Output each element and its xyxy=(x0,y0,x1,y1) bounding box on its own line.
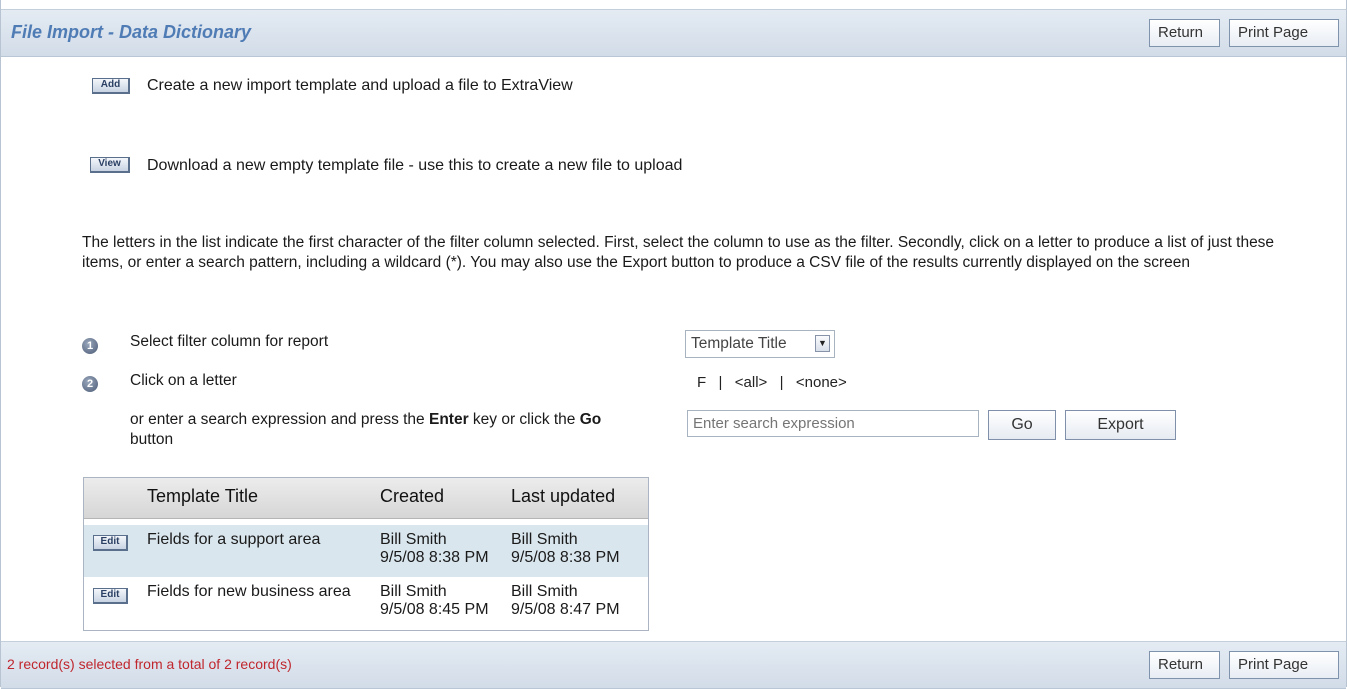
letter-f-link[interactable]: F xyxy=(697,374,706,391)
letter-filter-list: F | <all> | <none> xyxy=(697,374,847,391)
updated-by-cell: Bill Smith xyxy=(511,583,578,600)
step-2-label: Click on a letter xyxy=(130,372,237,389)
letter-none-link[interactable]: <none> xyxy=(796,374,847,391)
step-1-badge: 1 xyxy=(82,338,98,354)
print-page-button-bottom[interactable]: Print Page xyxy=(1229,651,1339,679)
search-text-middle: key or click the xyxy=(468,411,580,428)
add-button[interactable]: Add xyxy=(92,78,130,94)
return-button[interactable]: Return xyxy=(1149,19,1220,47)
filter-instructions: The letters in the list indicate the fir… xyxy=(82,234,1275,271)
edit-button[interactable]: Edit xyxy=(93,535,128,551)
letter-separator: | xyxy=(779,374,784,391)
export-button[interactable]: Export xyxy=(1065,410,1176,440)
created-at-cell: 9/5/08 8:45 PM xyxy=(380,601,489,618)
step-2-badge: 2 xyxy=(82,376,98,392)
templates-table: Template Title Created Last updated Edit… xyxy=(83,477,649,631)
edit-button[interactable]: Edit xyxy=(93,588,128,604)
updated-by-cell: Bill Smith xyxy=(511,531,578,548)
return-button-bottom[interactable]: Return xyxy=(1149,651,1220,679)
record-count-status: 2 record(s) selected from a total of 2 r… xyxy=(7,656,292,672)
column-header-template-title[interactable]: Template Title xyxy=(147,486,258,507)
search-text-after: button xyxy=(130,431,174,448)
go-text: Go xyxy=(579,411,602,428)
filter-column-select[interactable]: Template Title ▼ xyxy=(685,330,835,358)
print-page-button[interactable]: Print Page xyxy=(1229,19,1339,47)
table-row: Edit Fields for new business area Bill S… xyxy=(84,578,648,630)
filter-column-value: Template Title xyxy=(691,335,787,352)
created-at-cell: 9/5/08 8:38 PM xyxy=(380,549,489,566)
search-input[interactable] xyxy=(687,410,979,437)
column-header-last-updated[interactable]: Last updated xyxy=(511,486,615,507)
template-title-cell: Fields for new business area xyxy=(147,583,351,600)
letter-separator: | xyxy=(718,374,723,391)
created-by-cell: Bill Smith xyxy=(380,531,447,548)
page-title: File Import - Data Dictionary xyxy=(11,22,252,42)
go-button[interactable]: Go xyxy=(988,410,1056,440)
letter-all-link[interactable]: <all> xyxy=(735,374,768,391)
updated-at-cell: 9/5/08 8:47 PM xyxy=(511,601,620,618)
step-1-label: Select filter column for report xyxy=(130,333,329,350)
enter-key-text: Enter xyxy=(428,411,469,428)
updated-at-cell: 9/5/08 8:38 PM xyxy=(511,549,620,566)
footer-bar: 2 record(s) selected from a total of 2 r… xyxy=(1,641,1346,689)
header-bar: File Import - Data Dictionary Return Pri… xyxy=(1,9,1346,57)
chevron-down-icon[interactable]: ▼ xyxy=(815,335,830,352)
table-row: Edit Fields for a support area Bill Smit… xyxy=(84,525,648,577)
view-description: Download a new empty template file - use… xyxy=(147,157,683,174)
search-instructions: or enter a search expression and press t… xyxy=(130,410,685,450)
column-header-created[interactable]: Created xyxy=(380,486,444,507)
view-button[interactable]: View xyxy=(90,157,130,173)
add-description: Create a new import template and upload … xyxy=(147,77,573,94)
template-title-cell: Fields for a support area xyxy=(147,531,321,548)
search-text-before: or enter a search expression and press t… xyxy=(130,411,429,428)
created-by-cell: Bill Smith xyxy=(380,583,447,600)
table-header: Template Title Created Last updated xyxy=(84,478,648,519)
